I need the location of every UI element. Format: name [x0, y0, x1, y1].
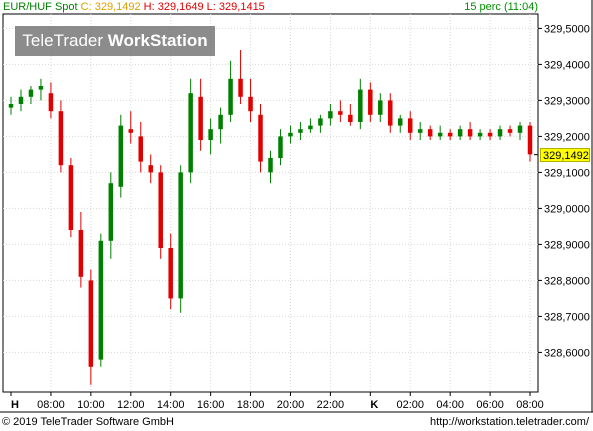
candle-body — [407, 118, 413, 133]
candle-body — [168, 248, 173, 299]
candle-body — [507, 129, 513, 133]
candlestick-chart[interactable]: 329,5000 329,4000 329,3000 329,2000 329,1000… — [0, 0, 593, 431]
x-tick-label: K — [370, 399, 378, 411]
candle-body — [318, 118, 323, 126]
candle-body — [497, 129, 503, 137]
x-tick-label: 10:00 — [77, 399, 105, 411]
candle-body — [417, 129, 423, 133]
candle-body — [437, 132, 443, 137]
candle-body — [88, 280, 94, 367]
y-tick-label: 329,1000 — [544, 167, 590, 179]
y-tick-label: 328,6000 — [544, 347, 590, 359]
candle-body — [457, 129, 463, 137]
candle-body — [378, 100, 383, 115]
candle-body — [278, 136, 283, 158]
copyright-text: © 2019 TeleTrader Software GmbH — [2, 416, 174, 428]
x-tick-label: 22:00 — [317, 399, 345, 411]
candle-body — [527, 125, 533, 155]
candle-body — [38, 86, 44, 90]
close-value: 329,1492 — [94, 1, 141, 13]
candle-body — [118, 125, 124, 187]
y-tick-label: 329,0000 — [544, 203, 590, 215]
x-tick-label: 18:00 — [237, 399, 265, 411]
candle-body — [188, 93, 193, 173]
candle-body — [148, 165, 153, 173]
candle-body — [58, 111, 64, 166]
y-tick-label: 329,5000 — [544, 23, 590, 35]
y-tick-label: 329,3000 — [544, 95, 590, 107]
candle-body — [258, 114, 263, 162]
x-tick-label: 08:00 — [516, 399, 544, 411]
interval-label: 15 perc (11:04) — [464, 1, 538, 13]
y-tick-label: 328,8000 — [544, 275, 590, 287]
low-value: 329,1415 — [218, 1, 265, 13]
high-label: H: — [143, 1, 155, 13]
candle-body — [398, 118, 403, 126]
candle-body — [288, 132, 293, 137]
candle-body — [8, 104, 14, 108]
candle-body — [98, 240, 104, 360]
candle-body — [218, 114, 223, 130]
candle-body — [308, 125, 313, 130]
candle-body — [477, 132, 483, 137]
y-tick-label: 329,2000 — [544, 131, 590, 143]
website-link[interactable]: http://workstation.teletrader.com/ — [430, 416, 589, 428]
candle-body — [517, 125, 523, 133]
candle-body — [338, 111, 343, 115]
candle-body — [427, 129, 433, 137]
plot-area — [2, 13, 539, 393]
candle-body — [48, 93, 54, 112]
candle-body — [358, 89, 363, 122]
candle-body — [268, 158, 273, 173]
candle-body — [198, 96, 203, 140]
candle-body — [108, 183, 114, 241]
candle-body — [68, 165, 74, 230]
logo-part2: WorkStation — [107, 31, 208, 50]
candle-body — [487, 132, 493, 137]
candle-body — [388, 100, 393, 126]
candle-body — [78, 230, 84, 277]
candle-body — [158, 172, 163, 248]
y-tick-label: 328,9000 — [544, 239, 590, 251]
candle-body — [467, 129, 473, 137]
x-tick-label: 14:00 — [157, 399, 185, 411]
teletrader-logo: TeleTrader WorkStation — [15, 26, 215, 56]
candle-body — [138, 136, 143, 162]
candle-body — [128, 129, 134, 133]
candle-body — [447, 132, 453, 137]
symbol-label: EUR/HUF Spot — [3, 1, 78, 13]
y-tick-label: 329,4000 — [544, 59, 590, 71]
candle-body — [248, 96, 253, 112]
candle-body — [178, 172, 183, 299]
candle-body — [238, 78, 243, 97]
close-label: C: — [80, 1, 92, 13]
candle-body — [348, 114, 353, 122]
x-tick-label: 16:00 — [197, 399, 225, 411]
x-tick-label: H — [11, 399, 19, 411]
high-value: 329,1649 — [157, 1, 204, 13]
x-tick-label: 06:00 — [476, 399, 504, 411]
x-tick-label: 20:00 — [277, 399, 305, 411]
candle-body — [18, 96, 24, 104]
logo-part1: TeleTrader — [22, 31, 104, 50]
x-tick-label: 12:00 — [117, 399, 145, 411]
candle-body — [28, 89, 34, 97]
candle-body — [368, 89, 373, 115]
x-tick-label: 02:00 — [396, 399, 424, 411]
candle-body — [328, 111, 333, 119]
chart-window: 329,5000 329,4000 329,3000 329,2000 329,1000… — [0, 0, 593, 431]
y-tick-label: 328,7000 — [544, 311, 590, 323]
price-header: EUR/HUF Spot C: 329,1492 H: 329,1649 L: … — [3, 1, 265, 13]
candle-body — [208, 129, 213, 140]
x-tick-label: 08:00 — [37, 399, 65, 411]
x-tick-label: 04:00 — [436, 399, 464, 411]
low-label: L: — [206, 1, 216, 13]
candle-body — [298, 129, 303, 133]
candle-body — [228, 78, 233, 115]
last-price-tag: 329,1492 — [540, 147, 590, 162]
